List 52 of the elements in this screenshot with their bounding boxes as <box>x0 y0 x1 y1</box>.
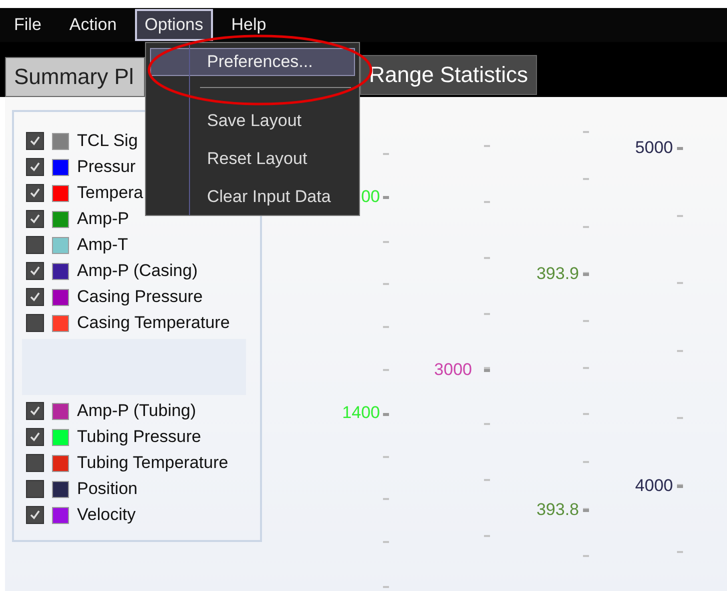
checkbox[interactable] <box>26 314 44 332</box>
menu-item[interactable]: Action <box>59 9 127 41</box>
legend-label: Pressur <box>77 156 136 178</box>
axis-label: 3000 <box>434 360 472 380</box>
checkbox[interactable] <box>26 262 44 280</box>
checkbox[interactable] <box>26 158 44 176</box>
tab[interactable]: Summary Pl <box>5 57 145 97</box>
check-icon <box>29 265 41 277</box>
legend-label: Casing Pressure <box>77 286 203 308</box>
legend-label: Tubing Temperature <box>77 452 228 474</box>
menu-entry[interactable]: Preferences... <box>150 48 355 76</box>
check-icon <box>29 509 41 521</box>
check-icon <box>29 135 41 147</box>
menu-entry[interactable]: Clear Input Data <box>150 178 355 216</box>
axis-label: 00 <box>361 187 380 207</box>
axis-label: 1400 <box>342 403 380 423</box>
checkbox[interactable] <box>26 288 44 306</box>
check-icon <box>29 187 41 199</box>
check-icon <box>29 405 41 417</box>
legend-label: Velocity <box>77 504 136 526</box>
menu-entry[interactable]: Save Layout <box>150 102 355 140</box>
checkbox[interactable] <box>26 454 44 472</box>
checkbox[interactable] <box>26 132 44 150</box>
check-icon <box>29 161 41 173</box>
axis-label: 393.8 <box>536 500 579 520</box>
checkbox[interactable] <box>26 480 44 498</box>
legend-label: Amp-P <box>77 208 129 230</box>
legend-label: Casing Temperature <box>77 312 230 334</box>
checkbox[interactable] <box>26 184 44 202</box>
check-icon <box>29 431 41 443</box>
checkbox[interactable] <box>26 210 44 228</box>
legend-label: Tubing Pressure <box>77 426 202 448</box>
legend-label: Amp-P (Casing) <box>77 260 198 282</box>
legend-label: TCL Sig <box>77 130 138 152</box>
checkbox[interactable] <box>26 506 44 524</box>
menu-item[interactable]: Help <box>221 9 276 41</box>
axis-label: 5000 <box>635 138 673 158</box>
checkbox[interactable] <box>26 402 44 420</box>
axis-label: 393.9 <box>536 264 579 284</box>
legend-label: Tempera <box>77 182 144 204</box>
menu-entry[interactable]: Reset Layout <box>150 140 355 178</box>
legend-label: Amp-P (Tubing) <box>77 400 196 422</box>
axis-label: 4000 <box>635 476 673 496</box>
legend-label: Position <box>77 478 138 500</box>
check-icon <box>29 213 41 225</box>
legend-label: Amp-T <box>77 234 128 256</box>
checkbox[interactable] <box>26 428 44 446</box>
check-icon <box>29 291 41 303</box>
checkbox[interactable] <box>26 236 44 254</box>
menu-item[interactable]: File <box>4 9 52 41</box>
tab[interactable]: Range Statistics <box>360 55 537 95</box>
menu-item[interactable]: Options <box>134 9 214 41</box>
